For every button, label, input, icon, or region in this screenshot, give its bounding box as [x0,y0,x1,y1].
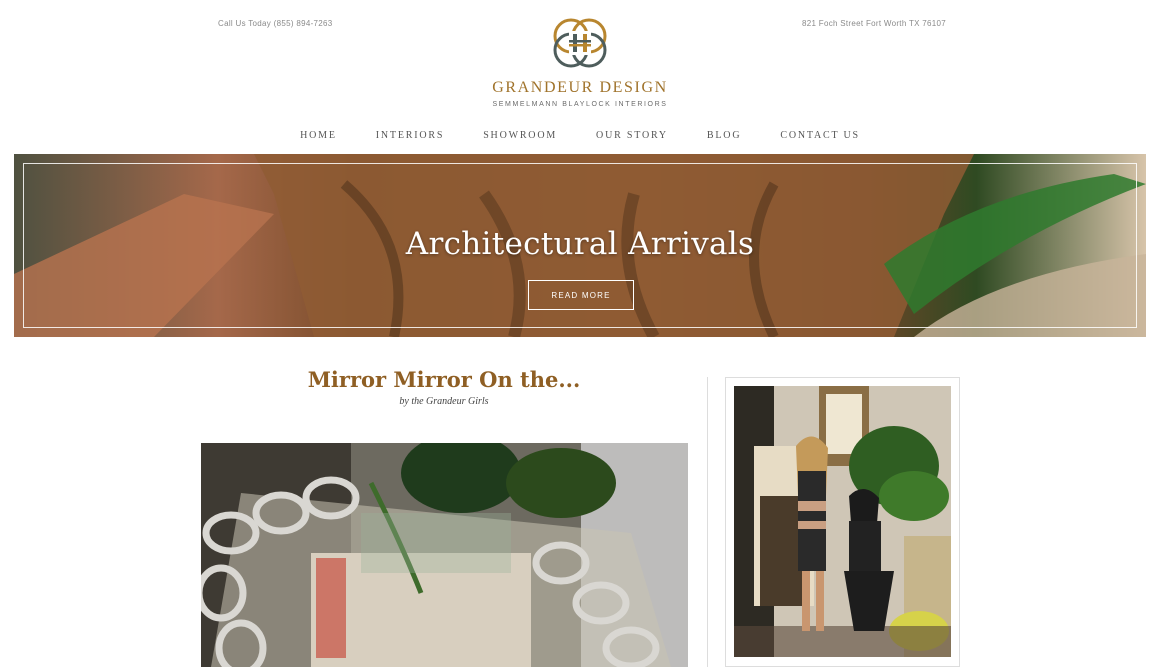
main-navigation: HOME INTERIORS SHOWROOM OUR STORY BLOG C… [0,130,1160,141]
nav-home[interactable]: HOME [281,130,357,141]
nav-interiors[interactable]: INTERIORS [356,130,463,141]
nav-our-story[interactable]: OUR STORY [577,130,688,141]
sidebar-photo[interactable] [734,386,951,657]
post-byline: by the Grandeur Girls [399,396,489,407]
hero-banner: Architectural Arrivals READ MORE [14,154,1146,337]
site-header: Call Us Today (855) 894-7263 GRANDEUR DE… [0,0,1160,150]
post-featured-image[interactable] [201,443,688,667]
nav-showroom[interactable]: SHOWROOM [464,130,577,141]
brand-tagline: SEMMELMANN BLAYLOCK INTERIORS [492,101,668,108]
sidebar-photo-card [725,377,960,667]
post-image-graphic [201,443,688,667]
column-divider [707,377,708,667]
nav-contact-us[interactable]: CONTACT US [761,130,880,141]
phone-number[interactable]: Call Us Today (855) 894-7263 [218,19,333,28]
nav-blog[interactable]: BLOG [687,130,760,141]
read-more-button[interactable]: READ MORE [528,280,634,310]
sidebar-photo-graphic [734,386,951,657]
street-address: 821 Foch Street Fort Worth TX 76107 [802,19,947,28]
brand-name[interactable]: GRANDEUR DESIGN [430,79,730,97]
hero-title: Architectural Arrivals [405,226,755,262]
grandeur-logo-icon[interactable] [551,14,609,72]
post-title[interactable]: Mirror Mirror On the... [200,367,688,392]
